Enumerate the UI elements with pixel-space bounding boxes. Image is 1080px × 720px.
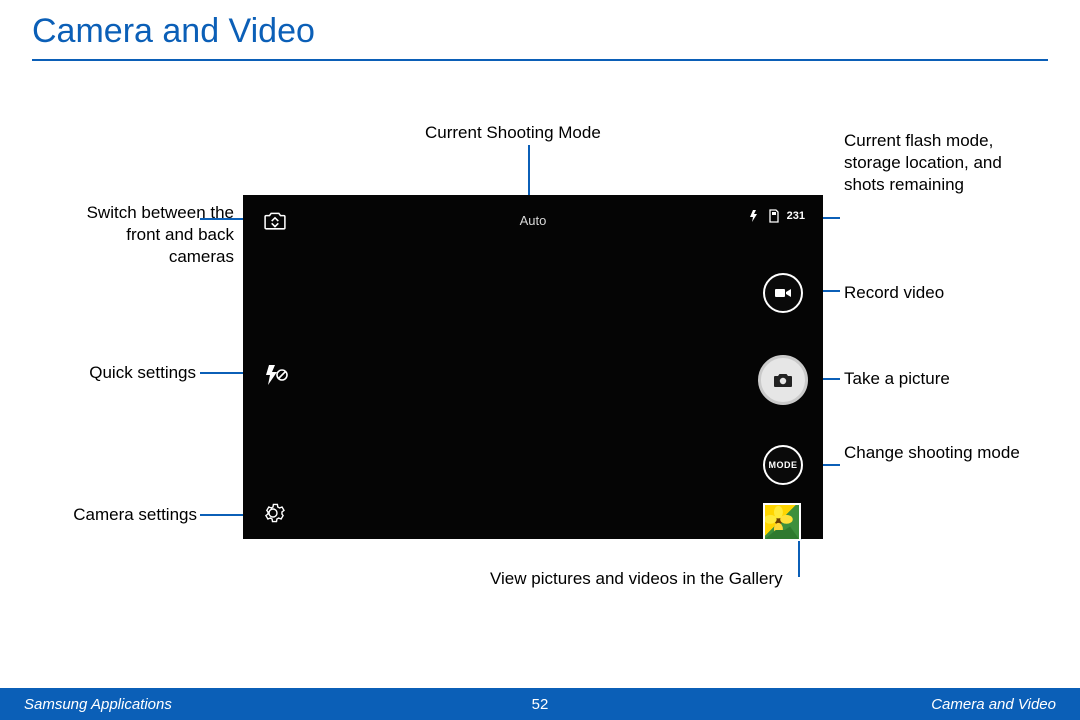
status-indicators: 231 <box>747 209 805 223</box>
page-title: Camera and Video <box>0 0 1080 55</box>
video-camera-icon <box>773 283 793 303</box>
storage-icon <box>767 209 781 223</box>
callout-switch-camera: Switch between the front and back camera… <box>64 202 234 268</box>
camera-icon <box>772 369 794 391</box>
callout-take-picture: Take a picture <box>844 368 950 390</box>
mode-button[interactable]: MODE <box>763 445 803 485</box>
callout-quick-settings: Quick settings <box>76 362 196 384</box>
shutter-button[interactable] <box>758 355 808 405</box>
mode-button-label: MODE <box>769 460 798 470</box>
record-video-button[interactable] <box>763 273 803 313</box>
callout-gallery: View pictures and videos in the Gallery <box>490 568 783 590</box>
callout-camera-settings: Camera settings <box>62 504 197 526</box>
flash-mode-icon <box>747 209 761 223</box>
title-divider <box>32 59 1048 61</box>
camera-viewfinder: Auto 231 MODE <box>243 195 823 539</box>
callout-status-row: Current flash mode, storage location, an… <box>844 130 1024 196</box>
footer-page-number: 52 <box>0 696 1080 713</box>
shots-remaining: 231 <box>787 210 805 222</box>
settings-gear-icon[interactable] <box>261 501 285 525</box>
current-mode-label: Auto <box>243 213 823 228</box>
connector <box>798 535 800 577</box>
callout-record-video: Record video <box>844 282 944 304</box>
callout-change-mode: Change shooting mode <box>844 442 1024 464</box>
page-footer: Samsung Applications 52 Camera and Video <box>0 688 1080 720</box>
callout-current-shooting-mode: Current Shooting Mode <box>425 122 601 144</box>
diagram-area: Current Shooting Mode Switch between the… <box>0 90 1080 680</box>
flash-off-icon[interactable] <box>261 363 289 387</box>
flower-icon <box>765 505 799 539</box>
gallery-thumbnail[interactable] <box>763 503 801 541</box>
